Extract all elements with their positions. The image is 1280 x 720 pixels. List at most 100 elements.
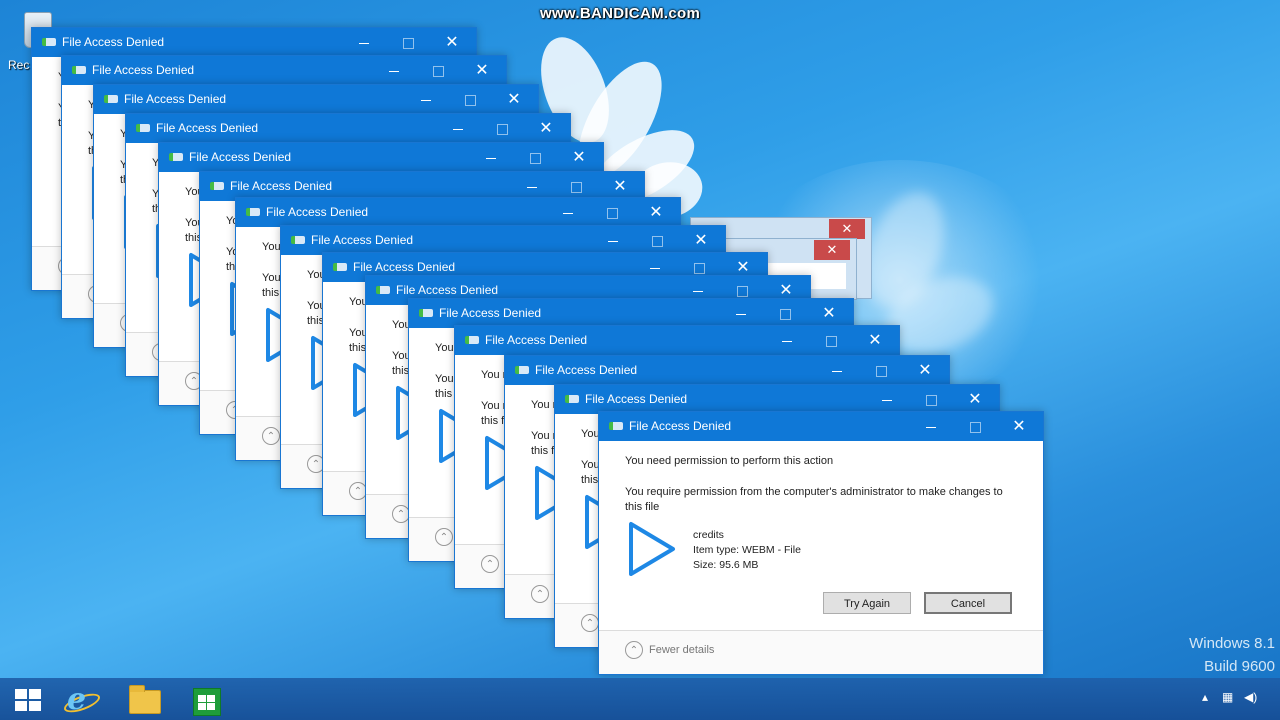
dialog-titlebar[interactable]: File Access Denied ✕ <box>409 299 853 328</box>
maximize-icon <box>464 95 476 107</box>
close-icon[interactable]: ✕ <box>829 219 865 239</box>
maximize-icon <box>736 286 748 298</box>
minimize-button[interactable] <box>865 385 909 414</box>
file-name: credits <box>693 529 724 541</box>
close-button[interactable]: ✕ <box>903 356 947 385</box>
dialog-title: File Access Denied <box>266 205 369 219</box>
fewer-details-link[interactable]: Fewer details <box>649 644 714 656</box>
minimize-button[interactable] <box>436 114 480 143</box>
maximize-button <box>386 28 430 57</box>
minimize-icon <box>527 187 537 189</box>
close-button[interactable]: ✕ <box>807 299 851 328</box>
dialog-titlebar[interactable]: File Access Denied ✕ <box>159 143 603 172</box>
file-info: credits Item type: WEBM - File Size: 95.6 … <box>693 528 801 573</box>
minimize-button[interactable] <box>342 28 386 57</box>
dialog-titlebar[interactable]: File Access Denied ✕ <box>599 412 1043 441</box>
dialog-titlebar[interactable]: File Access Denied ✕ <box>455 326 899 355</box>
app-icon <box>42 38 56 46</box>
video-file-icon <box>629 522 675 576</box>
minimize-icon <box>453 129 463 131</box>
close-button[interactable]: ✕ <box>997 412 1041 441</box>
internet-explorer-button[interactable]: e <box>57 682 107 717</box>
store-button[interactable] <box>181 682 231 716</box>
close-button[interactable]: ✕ <box>557 143 601 172</box>
maximize-button <box>763 299 807 328</box>
minimize-button[interactable] <box>909 412 953 441</box>
desktop: www.BANDICAM.com Rec Windows 8.1 Build 9… <box>0 0 1280 678</box>
maximize-button <box>513 143 557 172</box>
maximize-icon <box>875 366 887 378</box>
dialog-headline: You need permission to perform this acti… <box>625 455 834 467</box>
maximize-icon <box>693 263 705 275</box>
dialog-titlebar[interactable]: File Access Denied ✕ <box>281 226 725 255</box>
file-item-type: Item type: WEBM - File <box>693 544 801 556</box>
maximize-icon <box>651 236 663 248</box>
maximize-icon <box>925 395 937 407</box>
chevron-up-icon[interactable]: ⌃ <box>435 528 453 546</box>
dialog-title: File Access Denied <box>585 392 688 406</box>
app-icon <box>419 309 433 317</box>
network-icon[interactable]: ▦ <box>1222 690 1233 704</box>
minimize-icon <box>650 268 660 270</box>
minimize-button[interactable] <box>469 143 513 172</box>
minimize-button[interactable] <box>404 85 448 114</box>
volume-icon[interactable]: ◀) <box>1244 690 1257 704</box>
dialog-title: File Access Denied <box>439 306 542 320</box>
minimize-button[interactable] <box>815 356 859 385</box>
close-button[interactable]: ✕ <box>853 326 897 355</box>
dialog-title: File Access Denied <box>396 283 499 297</box>
chevron-up-icon[interactable]: ⌃ <box>581 614 599 632</box>
dialog-title: File Access Denied <box>311 233 414 247</box>
minimize-button[interactable] <box>719 299 763 328</box>
close-button[interactable]: ✕ <box>953 385 997 414</box>
file-size: Size: 95.6 MB <box>693 559 759 571</box>
file-access-denied-dialog[interactable]: File Access Denied ✕ You need permission t… <box>598 411 1044 675</box>
close-button[interactable]: ✕ <box>460 56 504 85</box>
minimize-button[interactable] <box>765 326 809 355</box>
app-icon <box>333 263 347 271</box>
app-icon <box>565 395 579 403</box>
close-button[interactable]: ✕ <box>430 28 474 57</box>
dialog-titlebar[interactable]: File Access Denied ✕ <box>505 356 949 385</box>
close-icon[interactable]: ✕ <box>814 240 850 260</box>
maximize-button <box>953 412 997 441</box>
start-button[interactable] <box>2 682 52 716</box>
dialog-title: File Access Denied <box>353 260 456 274</box>
file-explorer-button[interactable] <box>119 682 169 716</box>
close-button[interactable]: ✕ <box>492 85 536 114</box>
dialog-titlebar[interactable]: File Access Denied ✕ <box>236 198 680 227</box>
folder-icon <box>129 685 161 714</box>
maximize-button <box>480 114 524 143</box>
minimize-button[interactable] <box>546 198 590 227</box>
dialog-titlebar[interactable]: File Access Denied ✕ <box>62 56 506 85</box>
dialog-footer: ⌃ Fewer details <box>599 631 1043 674</box>
system-tray: ▴ ▦ ◀) <box>1192 678 1272 720</box>
dialog-content: You need permission to perform this acti… <box>599 442 1043 674</box>
chevron-up-icon[interactable]: ⌃ <box>481 555 499 573</box>
dialog-titlebar[interactable]: File Access Denied ✕ <box>126 114 570 143</box>
chevron-up-icon[interactable]: ⌃ <box>531 585 549 603</box>
chevron-up-icon[interactable]: ⌃ <box>625 641 643 659</box>
dialog-titlebar[interactable]: File Access Denied ✕ <box>32 28 476 57</box>
dialog-title: File Access Denied <box>62 35 165 49</box>
app-icon <box>609 422 623 430</box>
dialog-titlebar[interactable]: File Access Denied ✕ <box>555 385 999 414</box>
close-button[interactable]: ✕ <box>634 198 678 227</box>
close-button[interactable]: ✕ <box>524 114 568 143</box>
chevron-up-icon[interactable]: ▴ <box>1202 690 1208 704</box>
dialog-title: File Access Denied <box>629 419 732 433</box>
dialog-titlebar[interactable]: File Access Denied ✕ <box>94 85 538 114</box>
maximize-icon <box>969 422 981 434</box>
close-button[interactable]: ✕ <box>679 226 723 255</box>
dialog-title: File Access Denied <box>124 92 227 106</box>
minimize-button[interactable] <box>372 56 416 85</box>
minimize-button[interactable] <box>591 226 635 255</box>
dialog-description: You require permission from the computer… <box>625 486 1003 513</box>
minimize-icon <box>608 241 618 243</box>
maximize-icon <box>432 66 444 78</box>
cancel-button[interactable]: Cancel <box>924 592 1012 614</box>
maximize-button <box>809 326 853 355</box>
dialog-title: File Access Denied <box>189 150 292 164</box>
chevron-up-icon[interactable]: ⌃ <box>262 427 280 445</box>
try-again-button[interactable]: Try Again <box>823 592 911 614</box>
